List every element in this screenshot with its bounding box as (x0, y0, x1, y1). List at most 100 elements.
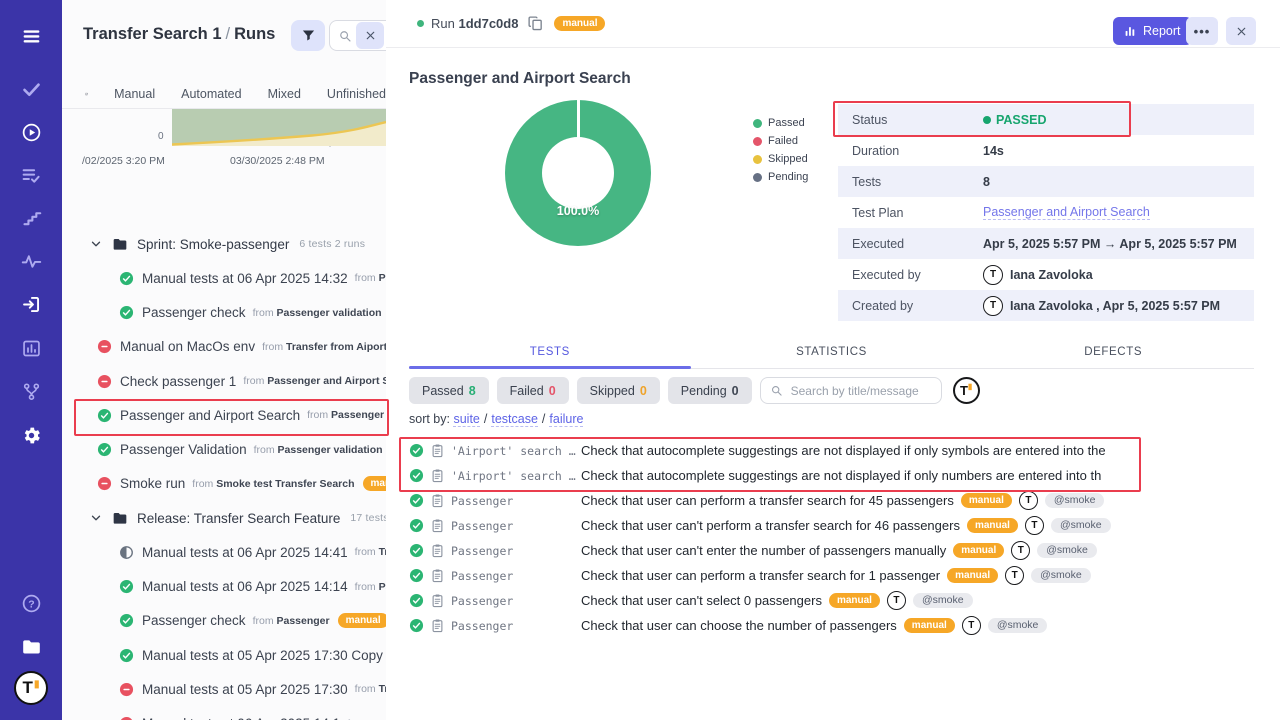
failed-status-icon (119, 682, 134, 697)
tree-run-item[interactable]: Passenger Validationfrom Passenger valid… (62, 433, 387, 467)
chevron-down-icon[interactable] (90, 238, 102, 250)
chip-label: Failed (510, 384, 544, 398)
test-row[interactable]: PassengerCheck that user can't select 0 … (409, 588, 973, 613)
filter-chip-pending[interactable]: Pending0 (668, 377, 752, 404)
tab-defects[interactable]: DEFECTS (972, 341, 1254, 368)
sidebar-item-gear[interactable] (0, 418, 62, 452)
tree-run-item[interactable]: Manual tests at 06 Apr 2025 14:14from Pa… (62, 570, 387, 604)
legend-item-passed: Passed (753, 114, 808, 132)
runs-tab-manual[interactable]: Manual (114, 87, 155, 101)
tree-folder[interactable]: Release: Transfer Search Feature17 tests… (62, 501, 387, 535)
summary-label: Duration (838, 144, 983, 158)
run-label: Passenger Validation (120, 442, 247, 457)
folder-meta: 6 tests 2 runs (299, 238, 365, 250)
summary-label: Test Plan (838, 206, 983, 220)
tree-run-item[interactable]: Manual tests at 06 Apr 2025 14:41from Tr… (62, 535, 387, 569)
sort-link-suite[interactable]: suite (453, 412, 479, 427)
assignee-avatar-button[interactable]: T▮ (953, 377, 980, 404)
user-avatar: T (1005, 566, 1024, 585)
report-button[interactable]: Report (1113, 17, 1192, 45)
tree-run-item[interactable]: Check passenger 1from Passenger and Airp… (62, 364, 387, 398)
gear-icon (21, 425, 42, 446)
tree-run-item[interactable]: Passenger checkfrom Passenger validation… (62, 296, 387, 330)
breadcrumb-page: Runs (234, 25, 275, 43)
test-suite: Passenger (451, 619, 581, 633)
test-row[interactable]: 'Airport' search …Check that autocomplet… (409, 463, 1101, 488)
test-suite: Passenger (451, 494, 581, 508)
summary-row-executed: ExecutedApr 5, 2025 5:57 PM → Apr 5, 202… (838, 228, 1254, 259)
sidebar-item-help[interactable]: ? (0, 586, 62, 620)
test-suite: Passenger (451, 519, 581, 533)
tests-search-input[interactable] (789, 383, 941, 399)
sidebar-item-play-circle[interactable] (0, 115, 62, 149)
chevron-down-icon[interactable] (90, 512, 102, 524)
sidebar-item-checkmark[interactable] (0, 72, 62, 106)
breadcrumb-project[interactable]: Transfer Search 1 (83, 25, 222, 43)
filter-chip-passed[interactable]: Passed8 (409, 377, 489, 404)
sort-link-failure[interactable]: failure (549, 412, 583, 427)
tree-run-item[interactable]: Manual tests at 06 Apr 2025 14:1from (62, 707, 387, 720)
runs-tab-unfinished[interactable]: Unfinished (327, 87, 386, 101)
tree-run-item[interactable]: Manual on MacOs envfrom Transfer from Ai… (62, 330, 387, 364)
sidebar-item-list-check[interactable] (0, 158, 62, 192)
result-filter-chips: Passed8 Failed0 Skipped0 Pending0 T▮ (409, 377, 980, 404)
summary-row-status: StatusPASSED (838, 104, 1254, 135)
tree-run-item[interactable]: Passenger checkfrom Passengermanual6 (62, 604, 387, 638)
summary-value: TIana Zavoloka (983, 265, 1093, 285)
sidebar-item-sign-in[interactable] (0, 287, 62, 321)
tree-run-item[interactable]: Manual tests at 05 Apr 2025 17:30 Copyfr… (62, 638, 387, 672)
tree-folder[interactable]: Sprint: Smoke-passenger6 tests 2 runs (62, 227, 387, 261)
test-title: Check that user can't select 0 passenger… (581, 593, 822, 608)
runs-type-tabs: Manual Automated Mixed Unfinished (62, 79, 386, 109)
test-suite: Passenger (451, 544, 581, 558)
sidebar-item-hamburger[interactable] (0, 19, 62, 53)
runs-tab-automated[interactable]: Automated (181, 87, 241, 101)
test-row[interactable]: PassengerCheck that user can perform a t… (409, 488, 1104, 513)
folder-icon (112, 236, 128, 252)
run-label: Passenger check (142, 305, 246, 320)
passed-status-icon (97, 442, 112, 457)
sidebar-item-stairs[interactable] (0, 201, 62, 235)
smoke-tag: @smoke (1031, 568, 1091, 584)
sidebar-item-folder[interactable] (0, 629, 62, 663)
sidebar-logo[interactable]: T▮ (0, 671, 62, 705)
close-run-button[interactable] (1226, 17, 1256, 45)
tree-run-item[interactable]: Passenger and Airport Searchfrom Passeng… (62, 398, 387, 432)
clear-search-button[interactable] (356, 22, 384, 49)
test-row[interactable]: PassengerCheck that user can't enter the… (409, 538, 1097, 563)
tree-run-item[interactable]: Manual tests at 05 Apr 2025 17:30from Tr… (62, 672, 387, 706)
tree-run-item[interactable]: Smoke runfrom Smoke test Transfer Search… (62, 467, 387, 501)
run-label: Manual tests at 06 Apr 2025 14:32 (142, 271, 348, 286)
user-avatar: T (1019, 491, 1038, 510)
run-label: Manual on MacOs env (120, 339, 255, 354)
sidebar-item-branch[interactable] (0, 374, 62, 408)
copy-icon[interactable] (527, 15, 544, 32)
test-row[interactable]: PassengerCheck that user can perform a t… (409, 563, 1091, 588)
manual-badge: manual (953, 543, 1004, 558)
filter-chip-skipped[interactable]: Skipped0 (577, 377, 660, 404)
tests-search-box[interactable] (760, 377, 942, 404)
sort-link-testcase[interactable]: testcase (491, 412, 538, 427)
sort-separator: / (538, 412, 549, 426)
legend-dot (753, 137, 762, 146)
sidebar-item-pulse[interactable] (0, 244, 62, 278)
tab-statistics[interactable]: STATISTICS (691, 341, 973, 368)
tree-run-item[interactable]: Manual tests at 06 Apr 2025 14:32from Pa… (62, 261, 387, 295)
test-row[interactable]: PassengerCheck that user can't perform a… (409, 513, 1111, 538)
user-avatar: T (962, 616, 981, 635)
bar-chart-icon (21, 338, 42, 359)
run-id: Run 1dd7c0d8 (431, 16, 518, 31)
test-row[interactable]: PassengerCheck that user can choose the … (409, 613, 1047, 638)
filter-chip-failed[interactable]: Failed0 (497, 377, 569, 404)
filter-runs-button[interactable] (291, 20, 325, 51)
smoke-tag: @smoke (1045, 493, 1105, 509)
user-name: Iana Zavoloka (1010, 268, 1093, 282)
tab-tests[interactable]: TESTS (409, 341, 691, 368)
runs-tab-mixed[interactable]: Mixed (268, 87, 301, 101)
run-header: Run 1dd7c0d8 manual Report ••• (386, 0, 1280, 48)
test-plan-link[interactable]: Passenger and Airport Search (983, 205, 1150, 220)
test-row[interactable]: 'Airport' search …Check that autocomplet… (409, 438, 1106, 463)
more-actions-button[interactable]: ••• (1186, 17, 1218, 45)
sidebar-item-bar-chart[interactable] (0, 331, 62, 365)
passed-status-icon (119, 271, 134, 286)
